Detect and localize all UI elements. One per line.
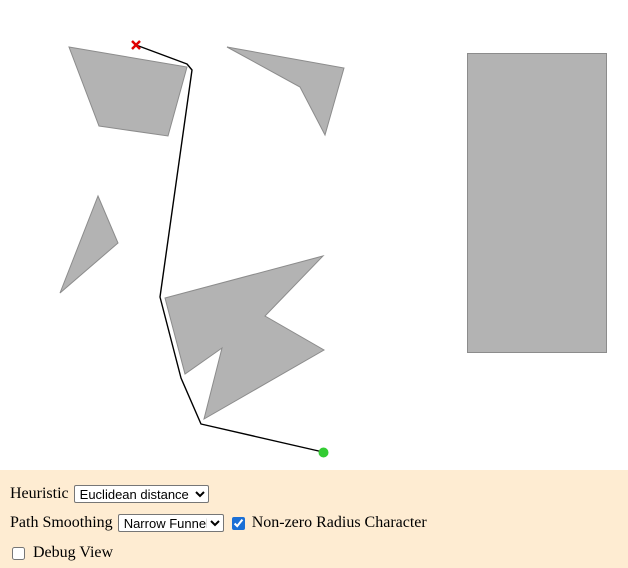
debug-view-label[interactable]: Debug View [33, 544, 113, 562]
non-zero-radius-label[interactable]: Non-zero Radius Character [252, 514, 427, 532]
controls-panel: Heuristic Euclidean distance Path Smooth… [0, 470, 628, 568]
obstacle-triangle-left [59, 194, 119, 294]
path-smoothing-label: Path Smoothing [10, 514, 113, 531]
obstacle-triangle-top-middle [226, 46, 345, 137]
debug-view-checkbox[interactable] [12, 546, 25, 560]
heuristic-row: Heuristic Euclidean distance [10, 483, 209, 505]
path-smoothing-select[interactable]: Narrow Funnel [117, 514, 224, 532]
red-x-icon[interactable] [131, 40, 141, 50]
non-zero-radius-checkbox[interactable] [231, 516, 245, 530]
debug-view-row: Debug View [12, 542, 113, 564]
green-dot-icon[interactable] [318, 447, 329, 458]
navmesh-scene[interactable] [0, 0, 628, 470]
obstacle-quad-top-left [68, 46, 188, 137]
heuristic-select[interactable]: Euclidean distance [73, 485, 209, 503]
heuristic-label: Heuristic [10, 485, 69, 502]
path-smoothing-row: Path Smoothing Narrow Funnel Non-zero Ra… [10, 512, 427, 534]
obstacle-rectangle-right [467, 53, 607, 353]
navmesh-canvas[interactable] [0, 0, 628, 470]
